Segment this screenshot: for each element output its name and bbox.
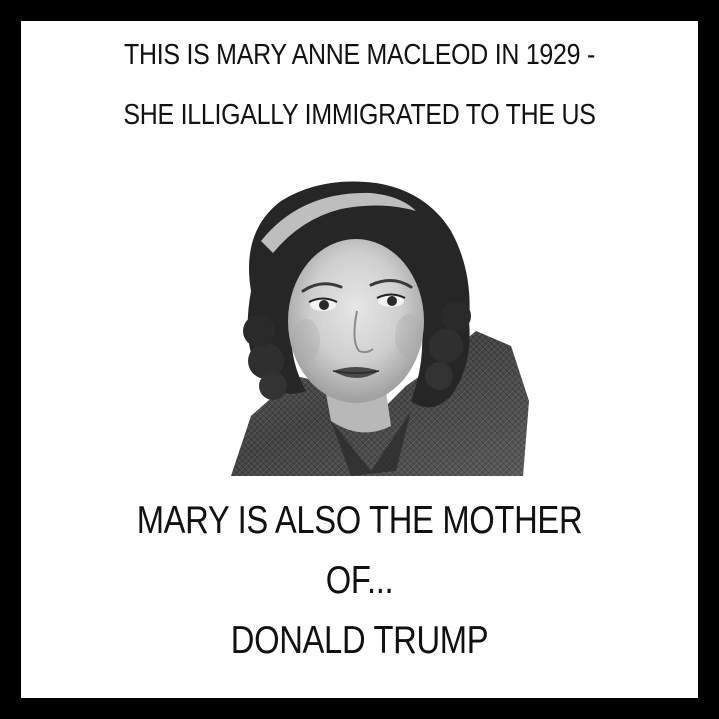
- header-caption-line-2: SHE ILLIGALLY IMMIGRATED TO THE US: [123, 99, 596, 131]
- meme-frame: THIS IS MARY ANNE MACLEOD IN 1929 - SHE …: [0, 0, 719, 719]
- header-caption-line-1: THIS IS MARY ANNE MACLEOD IN 1929 -: [124, 39, 595, 71]
- footer-caption-line-2: OF...: [325, 559, 394, 602]
- portrait-photo: [231, 181, 529, 476]
- meme-panel: THIS IS MARY ANNE MACLEOD IN 1929 - SHE …: [21, 21, 698, 698]
- footer-caption-line-1: MARY IS ALSO THE MOTHER: [136, 499, 583, 542]
- footer-caption-line-3: DONALD TRUMP: [230, 619, 489, 662]
